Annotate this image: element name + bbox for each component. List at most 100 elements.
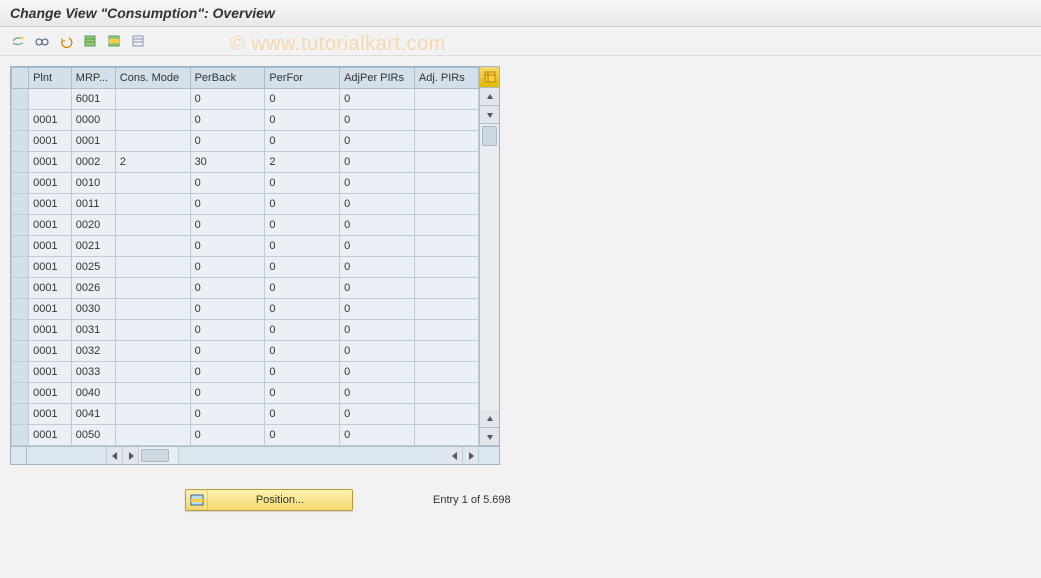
row-selector[interactable] <box>12 383 29 404</box>
cell[interactable]: 0040 <box>71 383 115 404</box>
cell[interactable]: 0025 <box>71 257 115 278</box>
cell[interactable]: 0 <box>340 152 415 173</box>
row-selector[interactable] <box>12 425 29 446</box>
cell[interactable]: 0021 <box>71 236 115 257</box>
cell[interactable]: 0 <box>340 131 415 152</box>
col-header-adj-pirs[interactable]: Adj. PIRs <box>414 68 478 89</box>
select-all-corner[interactable] <box>12 68 29 89</box>
cell[interactable]: 0 <box>340 194 415 215</box>
cell[interactable]: 0 <box>265 215 340 236</box>
cell[interactable] <box>414 131 478 152</box>
cell[interactable]: 0 <box>190 173 265 194</box>
cell[interactable]: 0031 <box>71 320 115 341</box>
cell[interactable] <box>414 341 478 362</box>
cell[interactable]: 0 <box>265 131 340 152</box>
cell[interactable]: 0 <box>190 131 265 152</box>
cell[interactable]: 0 <box>340 383 415 404</box>
cell[interactable] <box>115 404 190 425</box>
cell[interactable] <box>414 257 478 278</box>
cell[interactable]: 0033 <box>71 362 115 383</box>
cell[interactable]: 0001 <box>29 425 72 446</box>
row-selector[interactable] <box>12 89 29 110</box>
cell[interactable]: 0 <box>340 404 415 425</box>
cell[interactable]: 0 <box>340 299 415 320</box>
cell[interactable]: 0 <box>190 320 265 341</box>
cell[interactable]: 0001 <box>29 278 72 299</box>
col-header-mrp[interactable]: MRP... <box>71 68 115 89</box>
cell[interactable]: 6001 <box>71 89 115 110</box>
cell[interactable]: 0 <box>265 299 340 320</box>
cell[interactable] <box>115 257 190 278</box>
cell[interactable]: 0 <box>190 89 265 110</box>
cell[interactable]: 0001 <box>29 215 72 236</box>
cell[interactable]: 0020 <box>71 215 115 236</box>
cell[interactable]: 0 <box>265 425 340 446</box>
hscroll-track-1[interactable] <box>139 447 179 464</box>
cell[interactable] <box>115 425 190 446</box>
table-settings-button[interactable] <box>480 67 499 88</box>
cell[interactable]: 2 <box>115 152 190 173</box>
cell[interactable]: 0 <box>265 257 340 278</box>
cell[interactable] <box>115 110 190 131</box>
cell[interactable] <box>115 299 190 320</box>
row-selector[interactable] <box>12 173 29 194</box>
cell[interactable]: 0041 <box>71 404 115 425</box>
select-block-button[interactable] <box>104 31 124 51</box>
cell[interactable] <box>414 215 478 236</box>
cell[interactable] <box>115 215 190 236</box>
cell[interactable]: 0 <box>340 257 415 278</box>
cell[interactable]: 0001 <box>29 257 72 278</box>
cell[interactable]: 0 <box>340 320 415 341</box>
cell[interactable]: 0 <box>265 320 340 341</box>
cell[interactable] <box>414 110 478 131</box>
cell[interactable]: 0001 <box>29 383 72 404</box>
cell[interactable] <box>414 89 478 110</box>
cell[interactable]: 30 <box>190 152 265 173</box>
hscroll-right-2[interactable] <box>463 447 479 464</box>
hscroll-left-1[interactable] <box>107 447 123 464</box>
cell[interactable]: 0 <box>340 425 415 446</box>
cell[interactable]: 0001 <box>29 173 72 194</box>
cell[interactable] <box>414 236 478 257</box>
cell[interactable] <box>414 194 478 215</box>
cell[interactable]: 0032 <box>71 341 115 362</box>
cell[interactable]: 0026 <box>71 278 115 299</box>
vertical-scrollbar[interactable] <box>480 124 499 410</box>
cell[interactable]: 0011 <box>71 194 115 215</box>
cell[interactable]: 0 <box>340 278 415 299</box>
cell[interactable]: 0 <box>190 383 265 404</box>
row-selector[interactable] <box>12 131 29 152</box>
cell[interactable]: 0001 <box>71 131 115 152</box>
cell[interactable] <box>115 320 190 341</box>
cell[interactable]: 0 <box>340 236 415 257</box>
cell[interactable] <box>414 299 478 320</box>
cell[interactable]: 0 <box>265 404 340 425</box>
cell[interactable]: 0 <box>265 194 340 215</box>
cell[interactable]: 0 <box>190 362 265 383</box>
cell[interactable] <box>414 320 478 341</box>
cell[interactable]: 0010 <box>71 173 115 194</box>
cell[interactable]: 0 <box>265 89 340 110</box>
cell[interactable]: 0 <box>190 299 265 320</box>
cell[interactable]: 0 <box>265 341 340 362</box>
display-button[interactable] <box>32 31 52 51</box>
cell[interactable]: 0 <box>190 215 265 236</box>
select-all-button[interactable] <box>80 31 100 51</box>
cell[interactable]: 0030 <box>71 299 115 320</box>
col-header-adjper-pirs[interactable]: AdjPer PIRs <box>340 68 415 89</box>
cell[interactable]: 0001 <box>29 194 72 215</box>
cell[interactable]: 0 <box>340 362 415 383</box>
hscroll-right-1[interactable] <box>123 447 139 464</box>
cell[interactable] <box>414 362 478 383</box>
cell[interactable] <box>414 383 478 404</box>
cell[interactable]: 0 <box>190 110 265 131</box>
cell[interactable]: 0001 <box>29 341 72 362</box>
cell[interactable]: 0 <box>190 404 265 425</box>
cell[interactable]: 0 <box>190 341 265 362</box>
cell[interactable]: 0001 <box>29 299 72 320</box>
cell[interactable]: 0 <box>340 215 415 236</box>
cell[interactable]: 0 <box>265 383 340 404</box>
row-selector[interactable] <box>12 110 29 131</box>
cell[interactable]: 0001 <box>29 110 72 131</box>
cell[interactable] <box>414 278 478 299</box>
